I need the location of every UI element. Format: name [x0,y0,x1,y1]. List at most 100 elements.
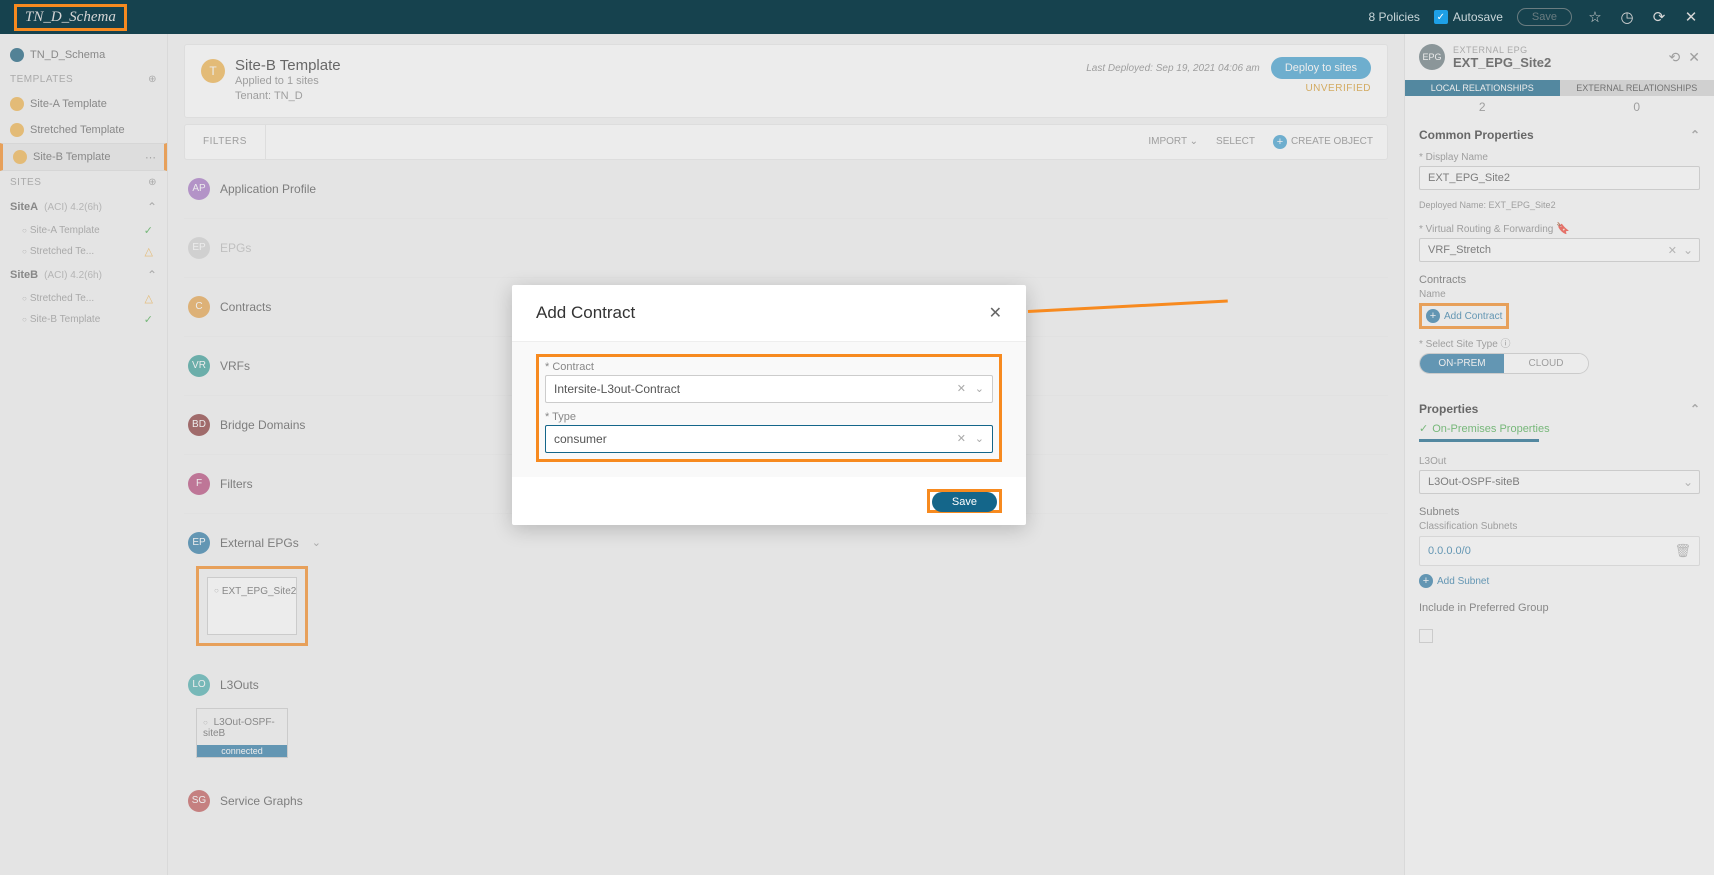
section-service-graphs[interactable]: SG Service Graphs [184,772,1388,830]
tab-local-rel[interactable]: LOCAL RELATIONSHIPS [1405,80,1560,96]
sidebar-item-site-b[interactable]: Site-B Template ⋯ [0,143,167,171]
bullet-icon: ○ [203,718,208,727]
rpanel-sup: EXTERNAL EPG [1453,45,1551,55]
rpanel-title-block: EXTERNAL EPG EXT_EPG_Site2 [1453,45,1551,70]
cloud-option[interactable]: CLOUD [1504,354,1588,373]
template-header: T Site-B Template Applied to 1 sites Ten… [184,44,1388,118]
template-icon [10,123,24,137]
policies-count[interactable]: 8 Policies [1369,10,1420,24]
l3out-status: connected [197,745,287,757]
site-a-tpl2[interactable]: ○ Stretched Te... △ [0,241,167,262]
create-button[interactable]: + CREATE OBJECT [1273,135,1373,149]
sidebar: TN_D_Schema TEMPLATES ⊕ Site-A Template … [0,34,168,875]
select-button[interactable]: SELECT [1216,136,1255,147]
chevron-down-icon: ⌄ [975,382,984,395]
ext-epg-name: EXT_EPG_Site2 [222,586,296,597]
sidebar-item-stretched[interactable]: Stretched Template [0,117,167,143]
rpanel-header: EPG EXTERNAL EPG EXT_EPG_Site2 ⟲ ✕ [1405,34,1714,80]
site-b-tpl2[interactable]: ○ Site-B Template ✓ [0,309,167,330]
tab-external-rel[interactable]: EXTERNAL RELATIONSHIPS [1560,80,1714,96]
section-label: Bridge Domains [220,418,305,432]
template-icon [10,97,24,111]
site-type-toggle[interactable]: ON-PREM CLOUD [1419,353,1589,374]
close-icon[interactable]: ✕ [1682,8,1700,26]
subnet-row[interactable]: 0.0.0.0/0 🗑 [1419,536,1700,566]
onprem-props-label: On-Premises Properties [1432,423,1549,435]
add-contract-modal: Add Contract ✕ * Contract Intersite-L3ou… [512,285,1026,525]
add-template-icon[interactable]: ⊕ [148,74,157,85]
section-l3outs[interactable]: LO L3Outs [184,656,1388,700]
close-icon[interactable]: ✕ [989,303,1002,323]
save-button[interactable]: Save [1517,8,1572,26]
include-pg-checkbox[interactable] [1419,629,1433,643]
save-hl: Save [927,489,1002,513]
site-a-tpl1[interactable]: ○ Site-A Template ✓ [0,220,167,241]
properties-h[interactable]: Properties ⌃ [1405,392,1714,422]
common-properties-h[interactable]: Common Properties ⌃ [1405,118,1714,148]
close-icon[interactable]: ✕ [1688,49,1700,66]
chevron-icon: ⌃ [147,200,157,214]
add-contract-label: Add Contract [1444,311,1502,322]
save-button[interactable]: Save [932,492,997,512]
clear-icon[interactable]: ✕ [957,382,966,395]
chevron-down-icon: ⌄ [312,536,321,549]
site-type-label: * Select Site Type ⓘ [1419,335,1700,350]
add-site-icon[interactable]: ⊕ [148,177,157,188]
ext-epg-card-hl: ○ EXT_EPG_Site2 [196,566,308,646]
import-button[interactable]: IMPORT ⌄ [1148,136,1198,147]
section-label: VRFs [220,359,250,373]
add-contract-button[interactable]: + Add Contract [1422,306,1506,326]
bd-icon: BD [188,414,210,436]
clock-icon[interactable]: ◷ [1618,8,1636,26]
filter-actions: IMPORT ⌄ SELECT + CREATE OBJECT [1134,135,1387,149]
l3out-card[interactable]: ○ L3Out-OSPF-siteB connected [196,708,288,758]
delete-icon[interactable]: 🗑 [1674,543,1691,559]
template-tenant: Tenant: TN_D [235,89,341,104]
sidebar-item-site-a[interactable]: Site-A Template [0,91,167,117]
schema-row[interactable]: TN_D_Schema [0,42,167,68]
site-b-tpl1[interactable]: ○ Stretched Te... △ [0,288,167,309]
tab-underline [1419,439,1539,442]
sync-ok-icon: ✓ [144,313,153,326]
more-icon[interactable]: ⋯ [145,151,156,164]
modal-fields-hl: * Contract Intersite-L3out-Contract ✕ ⌄ … [536,354,1002,462]
external-count: 0 [1560,96,1714,118]
l3out-icon: LO [188,674,210,696]
template-icon [13,150,27,164]
bookmark-icon: 🔖 [1556,223,1570,235]
onprem-option[interactable]: ON-PREM [1420,354,1504,373]
modal-body: * Contract Intersite-L3out-Contract ✕ ⌄ … [512,342,1026,477]
autosave-toggle[interactable]: ✓ Autosave [1434,10,1503,24]
type-select[interactable]: consumer ✕ ⌄ [545,425,993,453]
epg-icon: EP [188,237,210,259]
display-name-field: * Display Name [1405,148,1714,198]
clear-icon[interactable]: ✕ [1668,244,1677,257]
contract-select[interactable]: Intersite-L3out-Contract ✕ ⌄ [545,375,993,403]
add-subnet-button[interactable]: + Add Subnet [1405,570,1714,592]
site-a-header[interactable]: SiteA (ACI) 4.2(6h) ⌃ [0,194,167,220]
refresh-icon[interactable]: ⟳ [1650,8,1668,26]
modal-header: Add Contract ✕ [512,285,1026,342]
template-applied: Applied to 1 sites [235,74,341,89]
star-icon[interactable]: ☆ [1586,8,1604,26]
bullet-icon: ○ [22,315,27,324]
deploy-button[interactable]: Deploy to sites [1271,57,1371,79]
onprem-properties[interactable]: ✓ On-Premises Properties [1405,422,1714,439]
clear-icon[interactable]: ✕ [957,432,966,445]
check-icon: ✓ [1434,10,1448,24]
section-app-profile[interactable]: AP Application Profile [184,160,1388,219]
display-name-input[interactable] [1419,166,1700,190]
history-icon[interactable]: ⟲ [1669,49,1681,66]
site-b-header[interactable]: SiteB (ACI) 4.2(6h) ⌃ [0,262,167,288]
vrf-select[interactable]: VRF_Stretch ✕ [1419,238,1700,262]
vrf-value: VRF_Stretch [1428,244,1491,256]
info-icon[interactable]: ⓘ [1501,339,1511,350]
plus-icon: + [1426,309,1440,323]
site-meta: (ACI) 4.2(6h) [44,202,102,213]
l3out-select[interactable]: L3Out-OSPF-siteB [1419,470,1700,494]
ext-epg-card[interactable]: ○ EXT_EPG_Site2 [207,577,297,635]
contracts-block: Contracts Name + Add Contract [1405,270,1714,331]
section-epgs[interactable]: EP EPGs [184,219,1388,278]
contract-value: Intersite-L3out-Contract [554,382,680,396]
plus-icon: + [1273,135,1287,149]
